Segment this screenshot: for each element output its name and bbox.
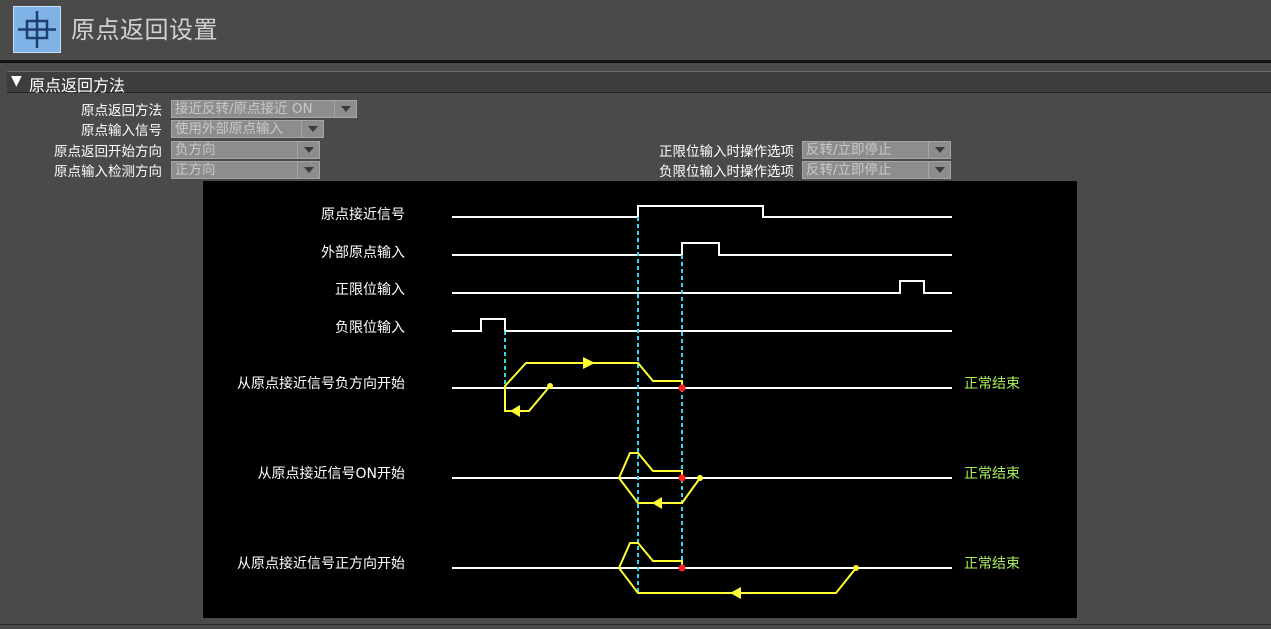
section-header-origin-return-method[interactable]: ▼ 原点返回方法 xyxy=(7,71,1271,95)
timing-diagram-svg: 原点接近信号 外部原点输入 正限位输入 负限位输入 从原点接近信号负方向开始 从… xyxy=(237,205,1020,599)
waveform-neg-limit xyxy=(452,318,952,332)
case-label-positive: 从原点接近信号正方向开始 xyxy=(237,555,405,572)
detect-direction-value: 正方向 xyxy=(175,162,216,178)
chevron-down-icon[interactable] xyxy=(301,121,323,137)
waveform-proximity xyxy=(452,205,952,218)
start-direction-select[interactable]: 负方向 xyxy=(171,141,320,159)
input-signal-label: 原点输入信号 xyxy=(81,123,162,139)
chevron-down-icon[interactable] xyxy=(297,142,319,158)
input-signal-value: 使用外部原点输入 xyxy=(175,121,283,137)
end-label-negative: 正常结束 xyxy=(964,376,1020,392)
signal-label-pos-limit: 正限位输入 xyxy=(335,282,405,298)
method-value: 接近反转/原点接近 ON xyxy=(175,101,313,117)
start-dot-negative xyxy=(547,383,553,389)
origin-crosshair-icon xyxy=(13,6,61,53)
signal-label-neg-limit: 负限位输入 xyxy=(335,320,405,336)
detect-direction-label: 原点输入检测方向 xyxy=(54,164,162,180)
neg-limit-select[interactable]: 反转/立即停止 xyxy=(802,161,951,179)
neg-limit-label: 负限位输入时操作选项 xyxy=(659,164,794,180)
method-label: 原点返回方法 xyxy=(81,103,162,119)
stop-dot-on xyxy=(678,474,686,482)
case-label-negative: 从原点接近信号负方向开始 xyxy=(237,375,405,392)
chevron-down-icon[interactable] xyxy=(334,101,356,117)
input-signal-select[interactable]: 使用外部原点输入 xyxy=(171,120,324,138)
chevron-down-icon[interactable] xyxy=(297,162,319,178)
stop-dot-positive xyxy=(678,564,686,572)
end-label-on: 正常结束 xyxy=(964,466,1020,482)
arrow-right-icon xyxy=(583,357,595,369)
chevron-down-icon[interactable] xyxy=(928,142,950,158)
waveform-pos-limit xyxy=(452,280,952,294)
bottom-divider xyxy=(0,624,1271,625)
method-select[interactable]: 接近反转/原点接近 ON xyxy=(171,100,357,118)
pos-limit-value: 反转/立即停止 xyxy=(806,142,892,158)
section-title: 原点返回方法 xyxy=(29,76,126,95)
signal-label-external-origin: 外部原点输入 xyxy=(321,245,405,261)
pos-limit-label: 正限位输入时操作选项 xyxy=(659,144,794,160)
collapse-triangle-icon[interactable]: ▼ xyxy=(11,73,22,89)
stop-dot-negative xyxy=(678,384,686,392)
neg-limit-value: 反转/立即停止 xyxy=(806,162,892,178)
start-direction-label: 原点返回开始方向 xyxy=(54,144,162,160)
end-label-positive: 正常结束 xyxy=(964,556,1020,572)
timing-diagram: 原点接近信号 外部原点输入 正限位输入 负限位输入 从原点接近信号负方向开始 从… xyxy=(203,181,1077,618)
arrow-left-icon xyxy=(510,405,520,417)
arrow-left-icon xyxy=(730,587,741,599)
start-dot-positive xyxy=(853,565,859,571)
case-label-on: 从原点接近信号ON开始 xyxy=(258,465,406,482)
start-direction-value: 负方向 xyxy=(175,142,216,158)
page-title: 原点返回设置 xyxy=(71,16,218,44)
start-dot-on xyxy=(697,475,703,481)
detect-direction-select[interactable]: 正方向 xyxy=(171,161,320,179)
title-divider xyxy=(0,60,1271,63)
title-bar: 原点返回设置 xyxy=(0,0,1271,60)
waveform-external-origin xyxy=(452,242,952,256)
signal-label-proximity: 原点接近信号 xyxy=(321,206,405,223)
chevron-down-icon[interactable] xyxy=(928,162,950,178)
pos-limit-select[interactable]: 反转/立即停止 xyxy=(802,141,951,159)
arrow-left-icon xyxy=(652,497,662,509)
